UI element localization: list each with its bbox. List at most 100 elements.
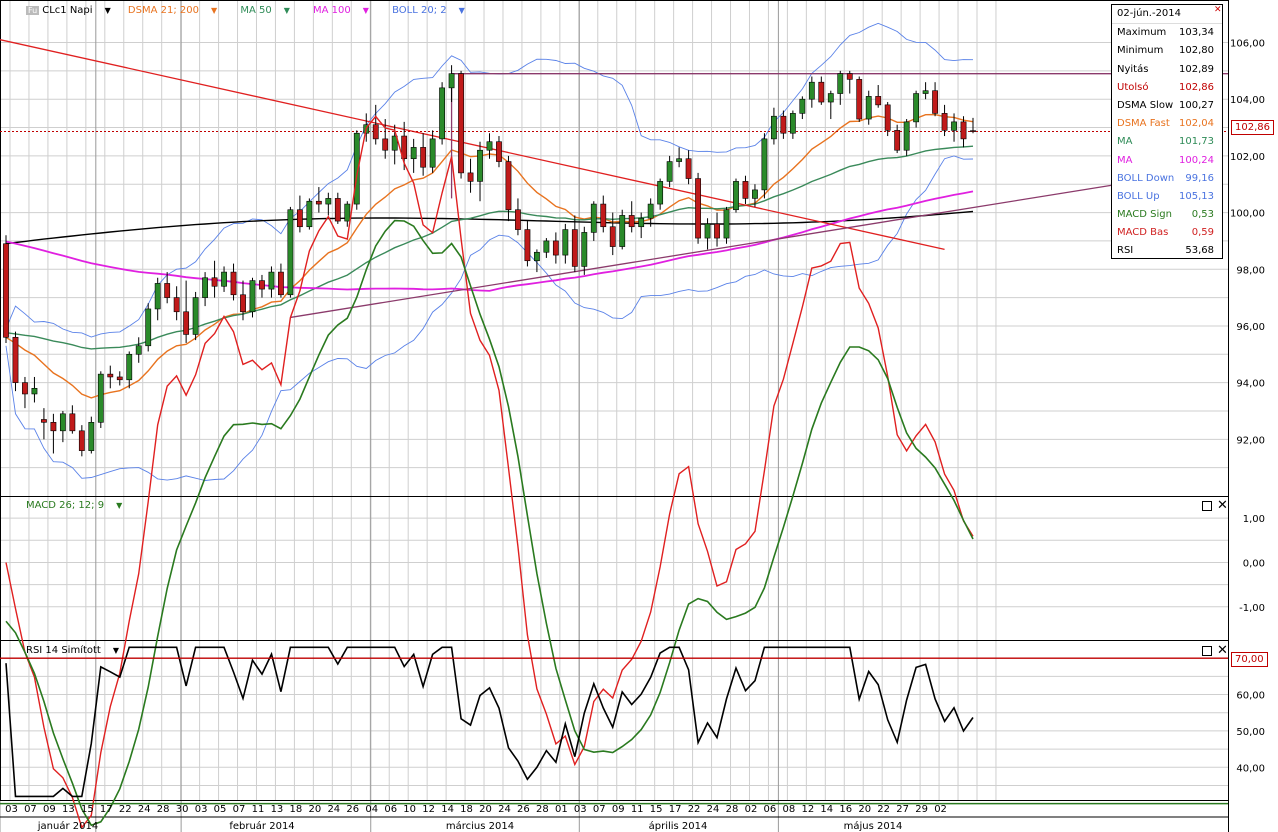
date-tick-label: 17: [100, 804, 113, 815]
candle-body: [88, 422, 95, 451]
futures-icon: Fu: [26, 6, 40, 15]
candle-body: [315, 200, 322, 205]
candle-body: [562, 229, 569, 256]
candle-body: [496, 141, 502, 162]
candle-body: [571, 229, 578, 267]
candle-body: [723, 209, 730, 239]
candle-body: [827, 93, 834, 103]
macd-maximize-icon[interactable]: [1202, 501, 1212, 511]
price-axis-tick-label: 104,00: [1230, 95, 1265, 106]
info-row: Utolsó 102,86: [1112, 79, 1222, 97]
indicator-ma50[interactable]: MA 50 ▼: [240, 5, 300, 16]
candle-body: [856, 79, 863, 120]
rsi-close-icon[interactable]: ✕: [1217, 644, 1228, 657]
rsi-level-tag: 70,00: [1231, 652, 1268, 667]
dsma-slow-line: [5, 210, 974, 245]
candle-body: [894, 130, 901, 151]
rsi-maximize-icon[interactable]: [1202, 646, 1212, 656]
candle-body: [240, 294, 246, 313]
candle-body: [173, 297, 180, 313]
date-tick-label: 11: [631, 804, 644, 815]
candle-body: [135, 345, 142, 355]
date-tick-label: 20: [308, 804, 321, 815]
indicator-dsma[interactable]: DSMA 21; 200 ▼: [128, 5, 227, 16]
candle-body: [714, 223, 720, 239]
info-row-value: 102,04: [1179, 118, 1214, 130]
candle-body: [913, 93, 920, 123]
candle-body: [334, 198, 341, 222]
candle-body: [752, 189, 758, 199]
candle-body: [704, 223, 711, 239]
macd-panel-header[interactable]: MACD 26; 12; 9 ▼: [26, 500, 132, 511]
macd-axis-tick-label: 1,00: [1243, 514, 1265, 525]
info-row-value: 53,68: [1185, 245, 1214, 257]
chart-canvas[interactable]: 92,0094,0096,0098,00100,00102,00104,0010…: [0, 0, 1278, 832]
info-row-label: Maximum: [1117, 27, 1167, 39]
candle-body: [486, 141, 493, 151]
candle-body: [600, 203, 607, 228]
month-label: február 2014: [229, 820, 294, 832]
candle-body: [951, 121, 957, 131]
rsi-axis-tick-label: 50,00: [1236, 727, 1265, 738]
instrument-dropdown-icon: ▼: [104, 6, 111, 15]
candle-body: [420, 147, 427, 168]
date-tick-label: 30: [176, 804, 189, 815]
candle-body: [59, 413, 66, 432]
date-tick-label: 18: [460, 804, 473, 815]
date-tick-label: 13: [271, 804, 284, 815]
info-row: Minimum 102,80: [1112, 42, 1222, 60]
candle-body: [382, 138, 389, 151]
candle-body: [372, 124, 379, 140]
date-tick-label: 18: [290, 804, 303, 815]
chart-window: 92,00 94,00 96,00 98,00 100,00 102,00 104,00 10…: [0, 0, 1278, 832]
info-row-label: Utolsó: [1117, 81, 1149, 93]
candle-body: [296, 209, 303, 228]
candle-body: [552, 240, 559, 256]
candle-body: [477, 149, 483, 182]
info-row: RSI 53,68: [1112, 242, 1222, 260]
macd-close-icon[interactable]: ✕: [1217, 499, 1228, 512]
candle-body: [12, 336, 19, 383]
candle-body: [154, 283, 161, 310]
candle-body: [903, 121, 910, 151]
info-row-label: Nyitás: [1117, 63, 1149, 75]
candle-body: [325, 198, 332, 205]
date-tick-label: 24: [327, 804, 340, 815]
candle-body: [733, 181, 739, 211]
candle-body: [609, 226, 616, 247]
date-tick-label: 28: [536, 804, 549, 815]
date-tick-label: 01: [555, 804, 568, 815]
rsi-panel-header[interactable]: RSI 14 Simított ▼: [26, 645, 129, 656]
date-tick-label: 03: [5, 804, 18, 815]
date-tick-label: 22: [877, 804, 890, 815]
indicator-ma100[interactable]: MA 100 ▼: [313, 5, 379, 16]
date-tick-label: 09: [612, 804, 625, 815]
date-tick-label: 08: [783, 804, 796, 815]
candle-body: [211, 277, 218, 287]
candle-body: [590, 203, 597, 233]
indicator-boll[interactable]: BOLL 20; 2 ▼: [392, 5, 475, 16]
candle-body: [865, 96, 872, 120]
date-tick-label: 20: [858, 804, 871, 815]
candle-body: [107, 373, 114, 378]
candle-body: [808, 81, 815, 100]
candle-body: [695, 178, 701, 239]
date-tick-label: 24: [138, 804, 151, 815]
info-close-icon[interactable]: ✕: [1214, 4, 1222, 15]
candle-body: [230, 271, 237, 296]
info-row-label: DSMA Slow: [1117, 99, 1174, 111]
macd-dropdown-icon: ▼: [116, 501, 123, 510]
info-row-label: MA: [1117, 136, 1133, 148]
instrument-badge[interactable]: Fu CLc1 Napi ▼: [26, 5, 124, 16]
candle-body: [628, 215, 635, 228]
date-tick-label: 22: [688, 804, 701, 815]
price-panel-frame: [0, 0, 1229, 497]
candle-body: [932, 90, 938, 114]
price-axis-tick-label: 94,00: [1236, 379, 1265, 390]
info-row-value: 101,73: [1179, 136, 1214, 148]
info-row: MA 100,24: [1112, 152, 1222, 170]
date-tick-label: 20: [479, 804, 492, 815]
candle-body: [524, 229, 531, 262]
candle-body: [676, 158, 683, 162]
candle-body: [458, 73, 464, 174]
